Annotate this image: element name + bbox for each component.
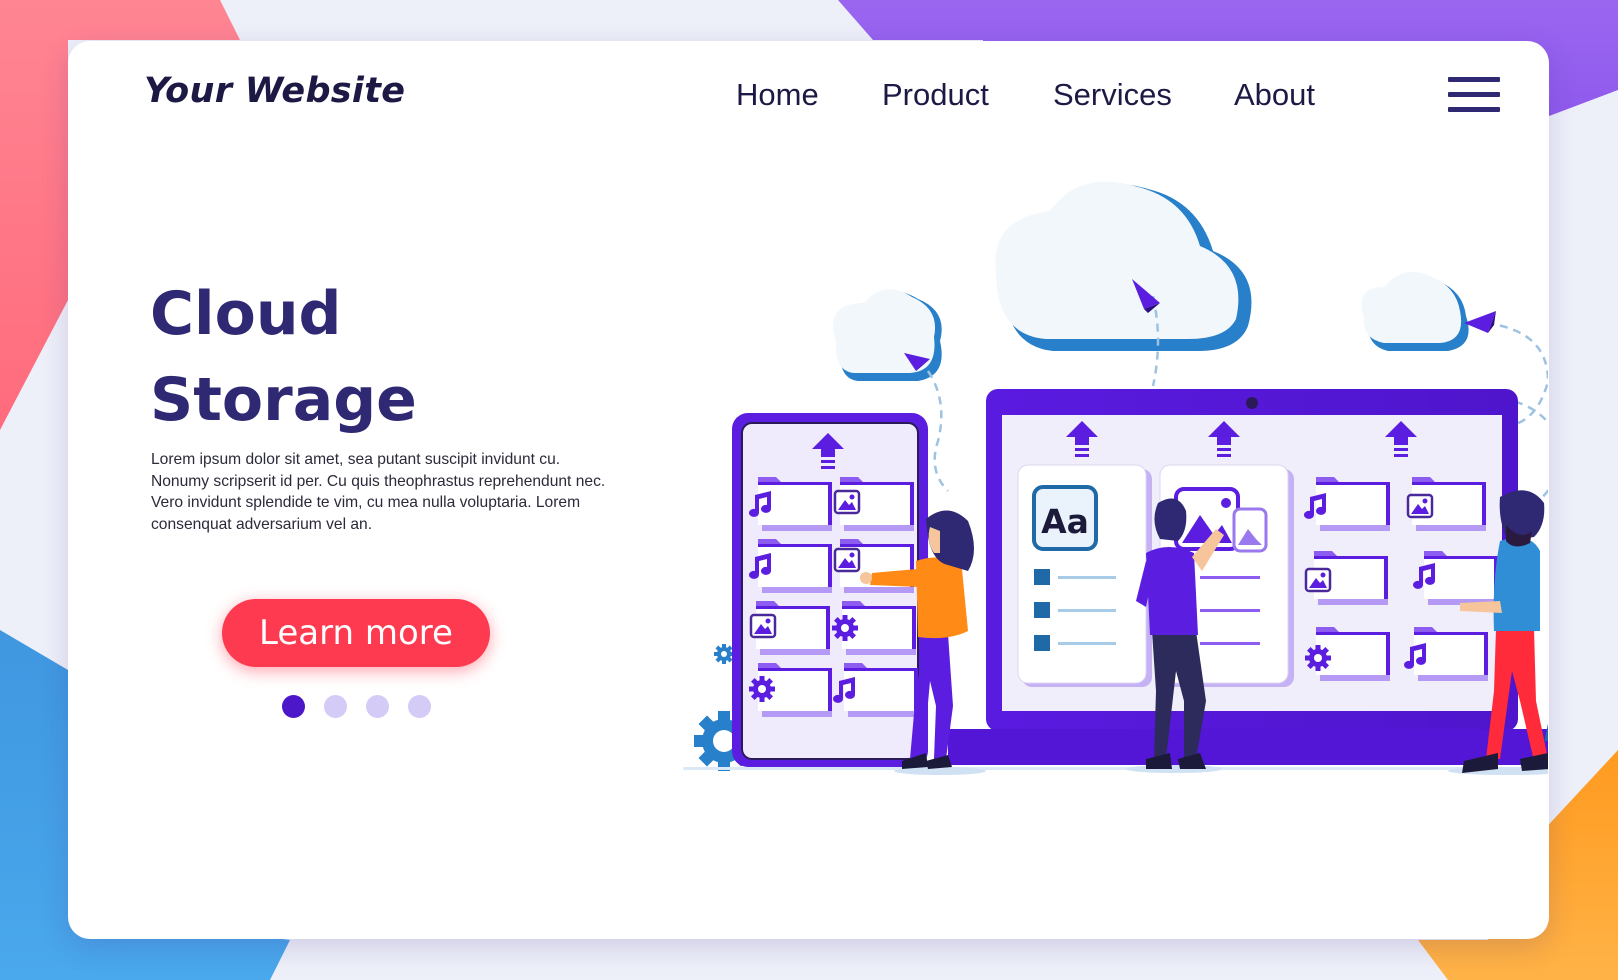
pagination-dot-3[interactable] xyxy=(366,695,389,718)
carousel-pagination xyxy=(282,695,431,718)
hamburger-bar xyxy=(1448,77,1500,82)
pagination-dot-4[interactable] xyxy=(408,695,431,718)
hamburger-bar xyxy=(1448,107,1500,112)
hamburger-bar xyxy=(1448,92,1500,97)
hero-title-line1: Cloud xyxy=(150,279,342,349)
paper-plane-icon xyxy=(1464,311,1496,333)
hamburger-menu-icon[interactable] xyxy=(1448,77,1500,113)
hero-description: Lorem ipsum dolor sit amet, sea putant s… xyxy=(151,451,606,533)
brand-logo[interactable]: Your Website xyxy=(144,71,405,111)
nav-about[interactable]: About xyxy=(1234,77,1315,113)
ground-line xyxy=(683,767,1548,770)
cloud-icon-left xyxy=(833,289,942,381)
cloud-icon-center xyxy=(995,181,1252,351)
cloud-icon-right xyxy=(1361,271,1469,351)
learn-more-button[interactable]: Learn more xyxy=(222,599,490,667)
hero-title-line2: Storage xyxy=(150,365,417,435)
text-font-icon-label: Aa xyxy=(1041,502,1089,541)
nav-services[interactable]: Services xyxy=(1053,77,1172,113)
cloud-storage-illustration: Aa xyxy=(683,181,1548,775)
pagination-dot-2[interactable] xyxy=(324,695,347,718)
phone-illustration xyxy=(732,413,928,767)
nav-product[interactable]: Product xyxy=(882,77,989,113)
laptop-illustration: Aa xyxy=(948,389,1548,765)
landing-card: Your Website Home Product Services About… xyxy=(68,41,1549,939)
nav-home[interactable]: Home xyxy=(736,77,819,113)
pagination-dot-1[interactable] xyxy=(282,695,305,718)
hero-title: Cloud Storage xyxy=(150,271,417,443)
gear-icon xyxy=(714,644,734,664)
